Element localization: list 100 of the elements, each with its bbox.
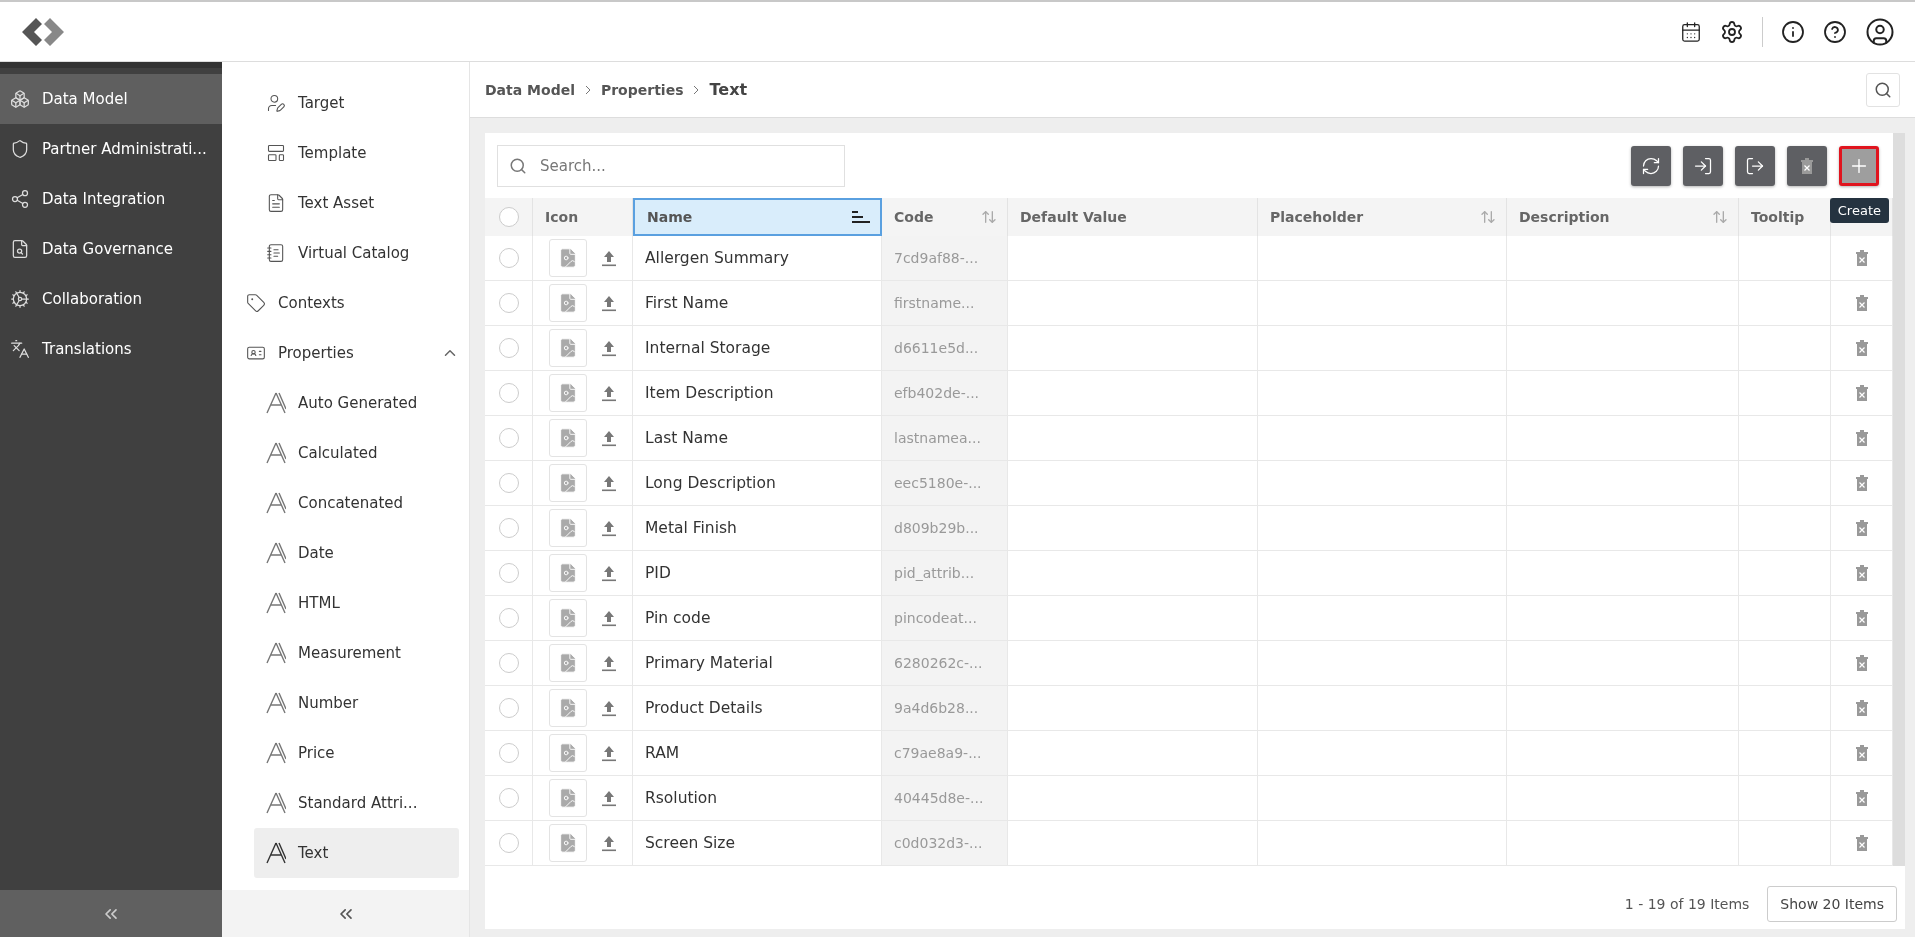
trash-icon[interactable]: [1855, 430, 1868, 446]
nav-item[interactable]: HTML: [254, 578, 459, 628]
letter-a-icon: [266, 392, 286, 414]
nav-item[interactable]: Data Governance: [0, 224, 222, 274]
help-icon[interactable]: [1823, 19, 1847, 44]
row-checkbox[interactable]: [498, 383, 519, 403]
settings-icon[interactable]: [1720, 19, 1744, 44]
nav-item[interactable]: Standard Attri...: [254, 778, 459, 828]
nav-item[interactable]: Calculated: [254, 428, 459, 478]
column-header[interactable]: Code: [882, 198, 1008, 236]
import-button[interactable]: [1683, 145, 1723, 186]
nav-item[interactable]: Template: [254, 128, 459, 178]
export-button[interactable]: [1735, 145, 1775, 186]
trash-icon[interactable]: [1855, 520, 1868, 536]
trash-icon[interactable]: [1855, 565, 1868, 581]
nav-item[interactable]: Measurement: [254, 628, 459, 678]
calendar-icon[interactable]: [1680, 20, 1702, 43]
row-checkbox[interactable]: [498, 833, 519, 853]
trash-icon[interactable]: [1855, 655, 1868, 671]
letter-a-icon: [266, 742, 286, 764]
nav-item[interactable]: Contexts: [246, 278, 459, 328]
row-checkbox[interactable]: [498, 788, 519, 808]
trash-icon[interactable]: [1855, 475, 1868, 491]
row-checkbox[interactable]: [498, 248, 519, 268]
table-cell: Last Name: [633, 416, 882, 461]
page-size-button[interactable]: Show 20 Items: [1767, 886, 1897, 922]
table-cell: Internal Storage: [633, 326, 882, 371]
row-checkbox[interactable]: [498, 653, 519, 673]
nav-item[interactable]: Price: [254, 728, 459, 778]
column-header[interactable]: Placeholder: [1258, 198, 1507, 236]
trash-icon[interactable]: [1855, 745, 1868, 761]
breadcrumb-item[interactable]: Data Model: [485, 81, 575, 98]
upload-icon: [600, 564, 617, 582]
trash-icon[interactable]: [1855, 700, 1868, 716]
trash-icon[interactable]: [1855, 835, 1868, 851]
row-checkbox[interactable]: [498, 473, 519, 493]
letter-a-icon: [266, 542, 286, 564]
row-checkbox[interactable]: [498, 338, 519, 358]
breadcrumb-item[interactable]: Properties: [600, 81, 684, 98]
table-cell: lastnamea...: [882, 416, 1008, 461]
letter-a-icon: [266, 592, 286, 614]
nav-item[interactable]: Data Integration: [0, 174, 222, 224]
nav-item[interactable]: Text: [254, 828, 459, 878]
table-cell: RAM: [633, 731, 882, 776]
search-field[interactable]: Search...: [497, 144, 845, 187]
upload-icon: [600, 384, 617, 402]
nav-item[interactable]: Properties: [246, 328, 459, 378]
trash-icon[interactable]: [1855, 610, 1868, 626]
nav-item[interactable]: Date: [254, 528, 459, 578]
nav-item[interactable]: Concatenated: [254, 478, 459, 528]
row-checkbox[interactable]: [498, 743, 519, 763]
row-checkbox[interactable]: [498, 428, 519, 448]
nav-item[interactable]: Collaboration: [0, 274, 222, 324]
nav-item[interactable]: Text Asset: [254, 178, 459, 228]
upload-icon: [600, 699, 617, 717]
search-button[interactable]: [1866, 72, 1900, 107]
tag-icon: [246, 293, 266, 313]
chevron-right-icon: [693, 84, 700, 95]
nav-item[interactable]: Virtual Catalog: [254, 228, 459, 278]
sync-button[interactable]: [1631, 145, 1671, 186]
nav-item[interactable]: Target: [254, 78, 459, 128]
trash-icon[interactable]: [1855, 250, 1868, 266]
row-checkbox[interactable]: [498, 293, 519, 313]
row-checkbox[interactable]: [498, 698, 519, 718]
user-avatar-icon[interactable]: [1865, 16, 1895, 47]
trash-icon[interactable]: [1855, 295, 1868, 311]
row-checkbox[interactable]: [498, 608, 519, 628]
create-button[interactable]: [1839, 145, 1879, 186]
table-cell: Pin code: [633, 596, 882, 641]
table-cell: Allergen Summary: [633, 236, 882, 281]
table-cell: Long Description: [633, 461, 882, 506]
image-placeholder: [548, 284, 587, 322]
trash-icon[interactable]: [1855, 790, 1868, 806]
table-cell: PID: [633, 551, 882, 596]
select-all-checkbox[interactable]: [498, 207, 519, 227]
upload-icon: [600, 654, 617, 672]
image-placeholder: [548, 509, 587, 547]
table-cell: 7cd9af88-...: [882, 236, 1008, 281]
row-checkbox[interactable]: [498, 518, 519, 538]
trash-icon[interactable]: [1855, 385, 1868, 401]
column-header[interactable]: Description: [1507, 198, 1739, 236]
column-header[interactable]: Name: [633, 198, 882, 236]
column-header[interactable]: Default Value: [1008, 198, 1258, 236]
table-cell: pincodeat...: [882, 596, 1008, 641]
column-header[interactable]: Icon: [533, 198, 633, 236]
sign-out-icon: [1745, 155, 1765, 176]
nav-item[interactable]: Auto Generated: [254, 378, 459, 428]
upload-icon: [600, 519, 617, 537]
row-checkbox[interactable]: [498, 563, 519, 583]
nav-item[interactable]: Data Model: [0, 74, 222, 124]
nav-item[interactable]: Partner Administrati...: [0, 124, 222, 174]
column-header[interactable]: Tooltip: [1739, 198, 1831, 236]
upload-icon: [600, 249, 617, 267]
sort-icon[interactable]: [852, 211, 870, 223]
trash-icon[interactable]: [1855, 340, 1868, 356]
nav-item[interactable]: Translations: [0, 324, 222, 374]
nav-item[interactable]: Number: [254, 678, 459, 728]
image-placeholder: [548, 779, 587, 817]
info-icon[interactable]: [1781, 19, 1805, 44]
tooltip: Create: [1829, 197, 1889, 223]
